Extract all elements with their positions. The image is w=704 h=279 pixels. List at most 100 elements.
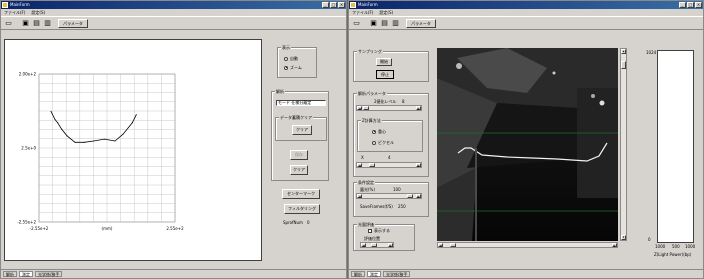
menu-settings[interactable]: 設定(S) — [31, 9, 45, 16]
camera-vscrollbar[interactable]: ▴ ▾ — [620, 48, 627, 241]
radio-auto[interactable]: 自動 — [284, 56, 298, 61]
show-checkbox-box[interactable] — [368, 228, 372, 233]
radio-centroid-dot[interactable] — [372, 129, 376, 134]
data-point — [74, 141, 76, 143]
radio-zoom-label: ズーム — [290, 65, 302, 70]
scroll-thumb[interactable] — [621, 61, 626, 69]
scroll-left-icon[interactable]: ◂ — [357, 194, 362, 199]
minimize-icon[interactable]: _ — [679, 2, 686, 8]
parameter-button[interactable]: パラメータ — [406, 18, 436, 28]
right-statusbar: 解析 測定 光学係/移手 — [349, 269, 703, 278]
mode-field: モード 仕様分離定 — [276, 100, 326, 106]
show-checkbox[interactable]: 表示する — [368, 228, 390, 233]
exposure-scrollbar[interactable]: ◂ ▸ — [356, 193, 422, 199]
radio-pixel-dot[interactable] — [372, 140, 376, 145]
evaluation-group: 光量評価 表示する 評価位置 ◂ ▸ — [353, 222, 415, 251]
calc-method-title: Z計算方法 — [361, 118, 382, 123]
y-tick-label: 2.5e+0 — [21, 146, 36, 151]
scroll-right-icon[interactable]: ▸ — [612, 243, 617, 248]
clear-accum-button[interactable]: クリア — [292, 125, 312, 135]
close-icon[interactable]: × — [338, 2, 345, 8]
left-window-title: MainForm — [10, 2, 30, 7]
position-label: 評価位置 — [364, 236, 380, 241]
radio-centroid[interactable]: 重心 — [372, 129, 386, 134]
menu-file[interactable]: ファイル(F) — [352, 9, 373, 16]
scroll-left-icon[interactable]: ◂ — [438, 243, 443, 248]
menu-file[interactable]: ファイル(F) — [4, 9, 25, 16]
x-tick-label: (mm) — [102, 226, 113, 231]
radio-zoom[interactable]: ズーム — [284, 65, 302, 70]
scroll-left-icon[interactable]: ◂ — [357, 106, 362, 111]
save-icon[interactable]: ▣ — [369, 19, 378, 28]
status-tab-measure[interactable]: 測定 — [19, 271, 33, 277]
scroll-thumb[interactable] — [363, 106, 369, 110]
print-icon[interactable]: ▤ — [380, 19, 389, 28]
save-button-disabled[interactable]: 保存 — [290, 150, 308, 160]
camera-hscrollbar[interactable]: ◂ ▸ — [437, 242, 618, 248]
conditions-group-title: 条件設定 — [357, 180, 375, 185]
scroll-thumb[interactable] — [407, 194, 413, 198]
scroll-thumb[interactable] — [450, 243, 456, 247]
analysis-group: 解析 モード 仕様分離定 データ蓄積クリア クリア 保存 クリア — [271, 89, 329, 181]
radio-zoom-dot[interactable] — [284, 65, 288, 70]
stop-button[interactable]: 停止 — [376, 70, 394, 79]
filtering-button[interactable]: フィルタリング — [284, 204, 320, 214]
clear-button[interactable]: クリア — [290, 165, 308, 175]
data-point — [131, 122, 133, 124]
left-statusbar: 解析 測定 光学係/移手 — [1, 269, 346, 278]
frames-label: SaveFrames(f/S) — [360, 204, 393, 209]
x-tick-label: -2.55e+2 — [30, 226, 49, 231]
radio-auto-label: 自動 — [290, 56, 298, 61]
maximize-icon[interactable]: □ — [687, 2, 694, 8]
data-point — [122, 133, 124, 135]
display-group: 表示 自動 ズーム — [277, 45, 317, 78]
scroll-right-icon[interactable]: ▸ — [388, 243, 393, 248]
data-clear-title: データ蓄積クリア — [279, 115, 313, 120]
status-tab-optics[interactable]: 光学係/移手 — [383, 271, 411, 277]
folder-icon[interactable]: ▭ — [4, 19, 13, 28]
start-button[interactable]: 開始 — [376, 58, 392, 66]
radio-auto-dot[interactable] — [284, 56, 288, 61]
scroll-left-icon[interactable]: ◂ — [361, 243, 366, 248]
copy-icon[interactable]: ▥ — [391, 19, 400, 28]
position-scrollbar[interactable]: ◂ ▸ — [360, 242, 394, 248]
status-tab-optics[interactable]: 光学係/移手 — [35, 271, 63, 277]
calc-method-group: Z計算方法 重心 ピクセル — [357, 118, 423, 152]
scroll-right-icon[interactable]: ▸ — [416, 163, 421, 168]
power-tick-2: 500 — [672, 244, 680, 249]
x-scrollbar[interactable]: ◂ ▸ — [356, 162, 422, 168]
status-tab-analysis[interactable]: 解析 — [3, 271, 17, 277]
threshold-scrollbar[interactable]: ◂ ▸ — [356, 105, 422, 111]
left-window: MainForm _ □ × ファイル(F) 設定(S) ▭ ▣ ▤ ▥ パラメ… — [0, 0, 347, 279]
right-window: MainForm _ □ × ファイル(F) 設定(S) ▭ ▣ ▤ ▥ パラメ… — [348, 0, 704, 279]
app-icon — [2, 2, 8, 8]
scroll-down-icon[interactable]: ▾ — [621, 235, 626, 240]
scroll-left-icon[interactable]: ◂ — [357, 163, 362, 168]
folder-icon[interactable]: ▭ — [352, 19, 361, 28]
print-icon[interactable]: ▤ — [32, 19, 41, 28]
scroll-right-icon[interactable]: ▸ — [416, 106, 421, 111]
maximize-icon[interactable]: □ — [330, 2, 337, 8]
scroll-thumb[interactable] — [371, 243, 377, 247]
scroll-up-icon[interactable]: ▴ — [621, 49, 626, 54]
display-group-title: 表示 — [281, 45, 291, 50]
radio-pixel-label: ピクセル — [378, 140, 394, 145]
radio-pixel[interactable]: ピクセル — [372, 140, 394, 145]
save-icon[interactable]: ▣ — [21, 19, 30, 28]
scroll-thumb[interactable] — [369, 163, 375, 167]
status-tab-analysis[interactable]: 解析 — [351, 271, 365, 277]
power-top-value: 1024 — [646, 50, 657, 55]
status-tab-measure[interactable]: 測定 — [367, 271, 381, 277]
camera-view — [437, 48, 618, 241]
minimize-icon[interactable]: _ — [322, 2, 329, 8]
x-tick-label: 2.55e+2 — [166, 226, 184, 231]
parameter-button[interactable]: パラメータ — [58, 18, 88, 28]
scroll-right-icon[interactable]: ▸ — [416, 194, 421, 199]
copy-icon[interactable]: ▥ — [43, 19, 52, 28]
data-point — [66, 135, 68, 137]
center-mark-button[interactable]: センターマーク — [282, 189, 320, 199]
close-icon[interactable]: × — [695, 2, 702, 8]
data-point — [135, 114, 137, 116]
x-label: X — [361, 155, 364, 160]
menu-settings[interactable]: 設定(S) — [379, 9, 393, 16]
